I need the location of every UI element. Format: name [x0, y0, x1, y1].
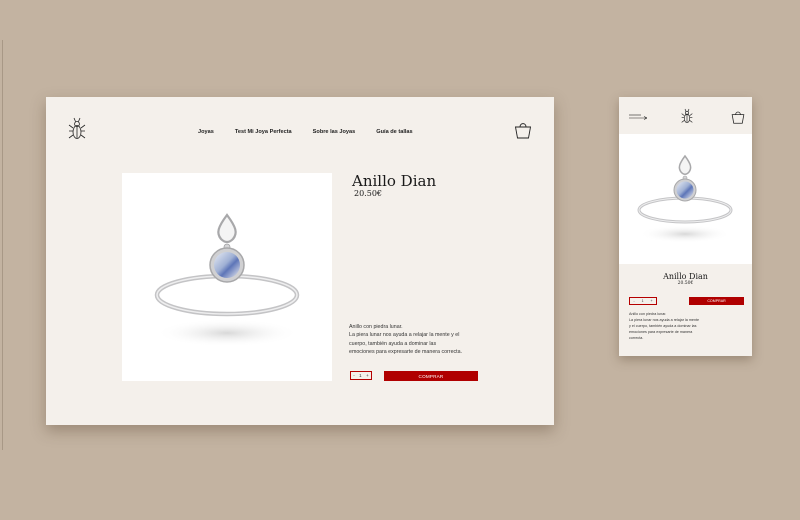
menu-icon[interactable]: [629, 113, 647, 121]
quantity-decrease-button[interactable]: -: [353, 373, 355, 378]
product-image: [619, 134, 752, 264]
scarab-logo-icon[interactable]: [681, 108, 693, 126]
product-title: Anillo Dian: [663, 272, 708, 281]
shopping-bag-icon[interactable]: [731, 110, 745, 124]
buy-button[interactable]: COMPRAR: [689, 297, 744, 305]
description-line: La piera lunar nos ayuda a relajar la me…: [349, 332, 460, 339]
product-description: Anillo con piedra lunar. La piera lunar …: [349, 323, 484, 356]
mobile-mockup: Anillo Dian 20.50€ - 1 + COMPRAR Anillo …: [619, 97, 752, 356]
quantity-stepper: - 1 +: [629, 297, 657, 305]
quantity-decrease-button[interactable]: -: [633, 299, 634, 303]
nav-guia-de-tallas[interactable]: Guía de tallas: [376, 129, 412, 135]
nav-sobre-las-joyas[interactable]: Sobre las Joyas: [313, 129, 356, 135]
scarab-logo-icon[interactable]: [68, 117, 86, 143]
quantity-value[interactable]: 1: [359, 373, 362, 378]
nav-test-mi-joya[interactable]: Test Mi Joya Perfecta: [235, 129, 292, 135]
description-line: Anillo con piedra lunar.: [349, 324, 403, 330]
quantity-increase-button[interactable]: +: [650, 299, 652, 303]
desktop-mockup: Joyas Test Mi Joya Perfecta Sobre las Jo…: [46, 97, 554, 425]
ring-image: [154, 213, 300, 347]
nav-joyas[interactable]: Joyas: [198, 129, 214, 135]
edge-line: [2, 40, 3, 450]
buy-button[interactable]: COMPRAR: [384, 371, 478, 381]
ring-image: [637, 154, 733, 243]
product-price: 20.50€: [677, 281, 694, 286]
main-nav: Joyas Test Mi Joya Perfecta Sobre las Jo…: [198, 129, 413, 135]
description-line: emociones para expresarte de manera corr…: [349, 348, 463, 355]
product-price: 20.50€: [354, 189, 382, 198]
product-description: Anillo con piedra lunar. La piera lunar …: [629, 312, 744, 342]
quantity-value[interactable]: 1: [642, 299, 644, 303]
quantity-increase-button[interactable]: +: [366, 373, 369, 378]
product-image: [122, 173, 332, 381]
description-line: cuerpo, también ayuda a dominar las: [349, 340, 437, 347]
description-line: correcta.: [629, 335, 644, 340]
quantity-stepper: - 1 +: [350, 371, 372, 380]
product-title: Anillo Dian: [352, 172, 437, 190]
shopping-bag-icon[interactable]: [514, 121, 532, 139]
